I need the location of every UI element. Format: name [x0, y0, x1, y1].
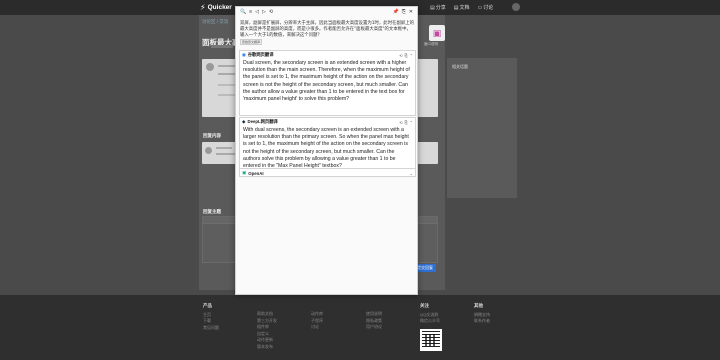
footer-col-library: 动作库 子程序 讨论 [311, 311, 323, 331]
footer-link[interactable]: 联系作者 [474, 318, 490, 325]
wechat-qr-code [420, 329, 442, 351]
title-meta [211, 45, 233, 48]
reply-avatar [205, 147, 212, 154]
related-topics-panel: 相关话题 [447, 58, 517, 198]
action-app-icon[interactable]: ▣ [429, 25, 445, 41]
deepl-icon: ◆ [242, 119, 246, 124]
close-icon[interactable]: ✕ [409, 9, 413, 15]
translation-panel-google: ◼ 谷歌网页翻译 ⟲ ⎘ ⌃ Dual screen, the secondar… [239, 50, 416, 116]
footer-col-docs: 帮助文档 第三方开发 插件库 自定义 动作更新 版本发布 [257, 311, 277, 350]
nav-share[interactable]: ▤ 分享 [430, 4, 446, 12]
footer-col-other: 其他 捐赠支持 联系作者 [474, 303, 490, 325]
panel-header: ◆ DeepL网页翻译 ⟲ ⎘ ⌃ [240, 118, 415, 126]
translation-popup: 🔍 ≡ ◁ ▷ ⟲ 📌 ⎘ ✕ 双屏，副屏是扩展屏，分辨率大于主屏。因此当面板最… [235, 6, 418, 295]
popup-toolbar: 🔍 ≡ ◁ ▷ ⟲ 📌 ⎘ ✕ [236, 7, 417, 16]
refresh-icon[interactable]: ⟲ [269, 9, 273, 15]
panel-header: ▣ OpenAI ⌄ [240, 169, 415, 177]
brand-logo[interactable]: ⚡ Quicker [200, 3, 232, 12]
copy-icon[interactable]: ⎘ [404, 120, 407, 125]
chat-icon: ▭ [477, 4, 483, 11]
source-tag[interactable]: 原始原文翻译 [240, 39, 263, 45]
panel-title: OpenAI [248, 170, 264, 176]
related-topics-header: 相关话题 [452, 64, 468, 69]
breadcrumb[interactable]: 讨论区 / 交流 [202, 19, 228, 25]
doc-icon: ▤ [453, 4, 459, 11]
brand-name: Quicker [207, 4, 232, 11]
panel-title: 谷歌网页翻译 [247, 52, 274, 57]
share-icon: ▤ [430, 4, 435, 11]
nav-discuss[interactable]: ▭ 讨论 [477, 4, 494, 12]
translation-result[interactable]: Dual screen, the secondary screen is an … [240, 59, 415, 105]
collapse-icon[interactable]: ⌃ [410, 120, 413, 125]
translation-panel-openai[interactable]: ▣ OpenAI ⌄ [239, 168, 416, 177]
post-reply-title: 回复主题 [203, 209, 221, 214]
forward-icon[interactable]: ▷ [262, 9, 266, 15]
panel-header: ◼ 谷歌网页翻译 ⟲ ⎘ ⌃ [240, 51, 415, 59]
refresh-icon[interactable]: ⟲ [399, 120, 402, 125]
post-avatar [206, 63, 214, 71]
footer-link[interactable]: 使用说明 [366, 311, 382, 318]
reply-section-title: 回复内容 [203, 133, 221, 138]
source-text-area[interactable]: 双屏，副屏是扩展屏，分辨率大于主屏。因此当面板最大高度设置为1时，此时在副屏上的… [240, 21, 415, 46]
copy-icon[interactable]: ⎘ [404, 53, 407, 58]
footer-link[interactable]: 动作库 [311, 311, 323, 318]
footer-link[interactable]: 版本发布 [257, 344, 277, 351]
footer-col-follow: 关注 QQ交流群 微信公众号 [420, 303, 440, 325]
source-text: 双屏，副屏是扩展屏，分辨率大于主屏。因此当面板最大高度设置为1时，此时在副屏上的… [240, 21, 415, 38]
nav-links: ▤ 分享 ▤ 文档 ▭ 讨论 [430, 4, 494, 12]
search-icon[interactable]: 🔍 [240, 9, 246, 15]
pin-icon[interactable]: 📌 [393, 9, 399, 15]
footer-link[interactable]: 用户协议 [366, 324, 382, 331]
footer-link[interactable]: 讨论 [311, 324, 323, 331]
back-icon[interactable]: ◁ [255, 9, 259, 15]
refresh-icon[interactable]: ⟲ [399, 53, 402, 58]
footer-link[interactable]: 微信公众号 [420, 318, 440, 325]
site-footer [0, 295, 720, 360]
translation-result[interactable]: With dual screens, the secondary screen … [240, 126, 415, 172]
openai-icon: ▣ [242, 170, 247, 175]
collapse-icon[interactable]: ⌃ [410, 53, 413, 58]
nav-docs[interactable]: ▤ 文档 [453, 4, 470, 12]
translation-panel-deepl: ◆ DeepL网页翻译 ⟲ ⎘ ⌃ With dual screens, the… [239, 117, 416, 173]
panel-title: DeepL网页翻译 [247, 119, 278, 124]
user-avatar[interactable] [512, 3, 520, 11]
footer-col-about: 使用说明 隐私政策 用户协议 [366, 311, 382, 331]
lightning-icon: ⚡ [200, 3, 206, 12]
copy-icon[interactable]: ⎘ [402, 9, 406, 15]
google-translate-icon: ◼ [242, 52, 246, 57]
menu-icon[interactable]: ≡ [249, 9, 252, 15]
footer-col-product: 产品 主页 下载 常见问题 [203, 303, 219, 332]
footer-link[interactable]: 常见问题 [203, 325, 219, 332]
action-app-caption: 面CI说明 [424, 42, 438, 46]
chevron-down-icon[interactable]: ⌄ [410, 171, 413, 176]
